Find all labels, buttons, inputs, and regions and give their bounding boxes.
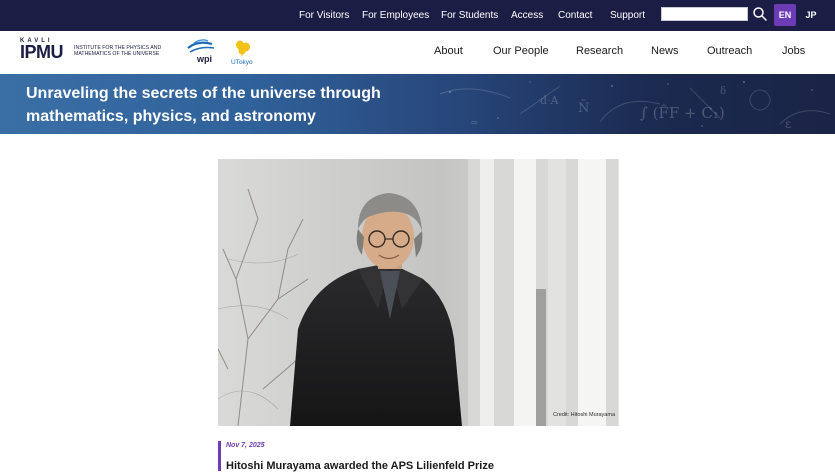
article-photo[interactable]: Credit: Hitoshi Murayama	[218, 159, 619, 426]
nav-outreach[interactable]: Outreach	[707, 45, 752, 57]
link-for-students[interactable]: For Students	[441, 10, 498, 21]
language-en-button[interactable]: EN	[774, 4, 796, 26]
svg-text:=: =	[470, 118, 478, 129]
article-date: Nov 7, 2025	[226, 442, 265, 449]
link-for-employees[interactable]: For Employees	[362, 10, 429, 21]
nav-about[interactable]: About	[434, 45, 463, 57]
utility-bar: For Visitors For Employees For Students …	[0, 0, 835, 31]
svg-text:ε: ε	[785, 117, 791, 131]
hero-title: Unraveling the secrets of the universe t…	[26, 85, 381, 125]
link-support[interactable]: Support	[610, 10, 645, 21]
logo-institute-text: INSTITUTE FOR THE PHYSICS AND MATHEMATIC…	[74, 45, 184, 57]
nav-news[interactable]: News	[651, 45, 679, 57]
article-title-link[interactable]: Hitoshi Murayama awarded the APS Lilienf…	[226, 460, 494, 472]
logo-institute-line2: MATHEMATICS OF THE UNIVERSE	[74, 51, 160, 57]
link-for-visitors[interactable]: For Visitors	[299, 10, 349, 21]
nav-research[interactable]: Research	[576, 45, 623, 57]
svg-text:d·A: d·A	[540, 94, 560, 107]
nav-our-people[interactable]: Our People	[493, 45, 549, 57]
hero-banner: d·A N̄ ∫ (F̂F + C₁) δ = ε Unraveling the…	[0, 74, 835, 134]
site-logo[interactable]: KAVLI IPMU INSTITUTE FOR THE PHYSICS AND…	[20, 36, 260, 68]
logo-utokyo-text: UTokyo	[231, 59, 253, 66]
svg-text:δ: δ	[720, 86, 726, 97]
search-input[interactable]	[661, 7, 748, 21]
svg-text:∫ (F̂F + C₁): ∫ (F̂F + C₁)	[640, 104, 725, 122]
link-access[interactable]: Access	[511, 10, 543, 21]
svg-text:N̄: N̄	[578, 100, 589, 116]
logo-ipmu-text: IPMU	[20, 42, 64, 62]
logo-wpi-text: wpi	[196, 54, 212, 64]
article-accent-bar	[218, 441, 221, 471]
utokyo-logo-icon: UTokyo	[230, 38, 256, 66]
language-jp-button[interactable]: JP	[800, 4, 822, 26]
wpi-logo-icon: wpi	[186, 38, 216, 64]
nav-jobs[interactable]: Jobs	[782, 45, 805, 57]
search-icon[interactable]	[752, 6, 768, 22]
link-contact[interactable]: Contact	[558, 10, 592, 21]
portrait-image	[218, 159, 619, 426]
photo-credit: Credit: Hitoshi Murayama	[552, 412, 615, 418]
